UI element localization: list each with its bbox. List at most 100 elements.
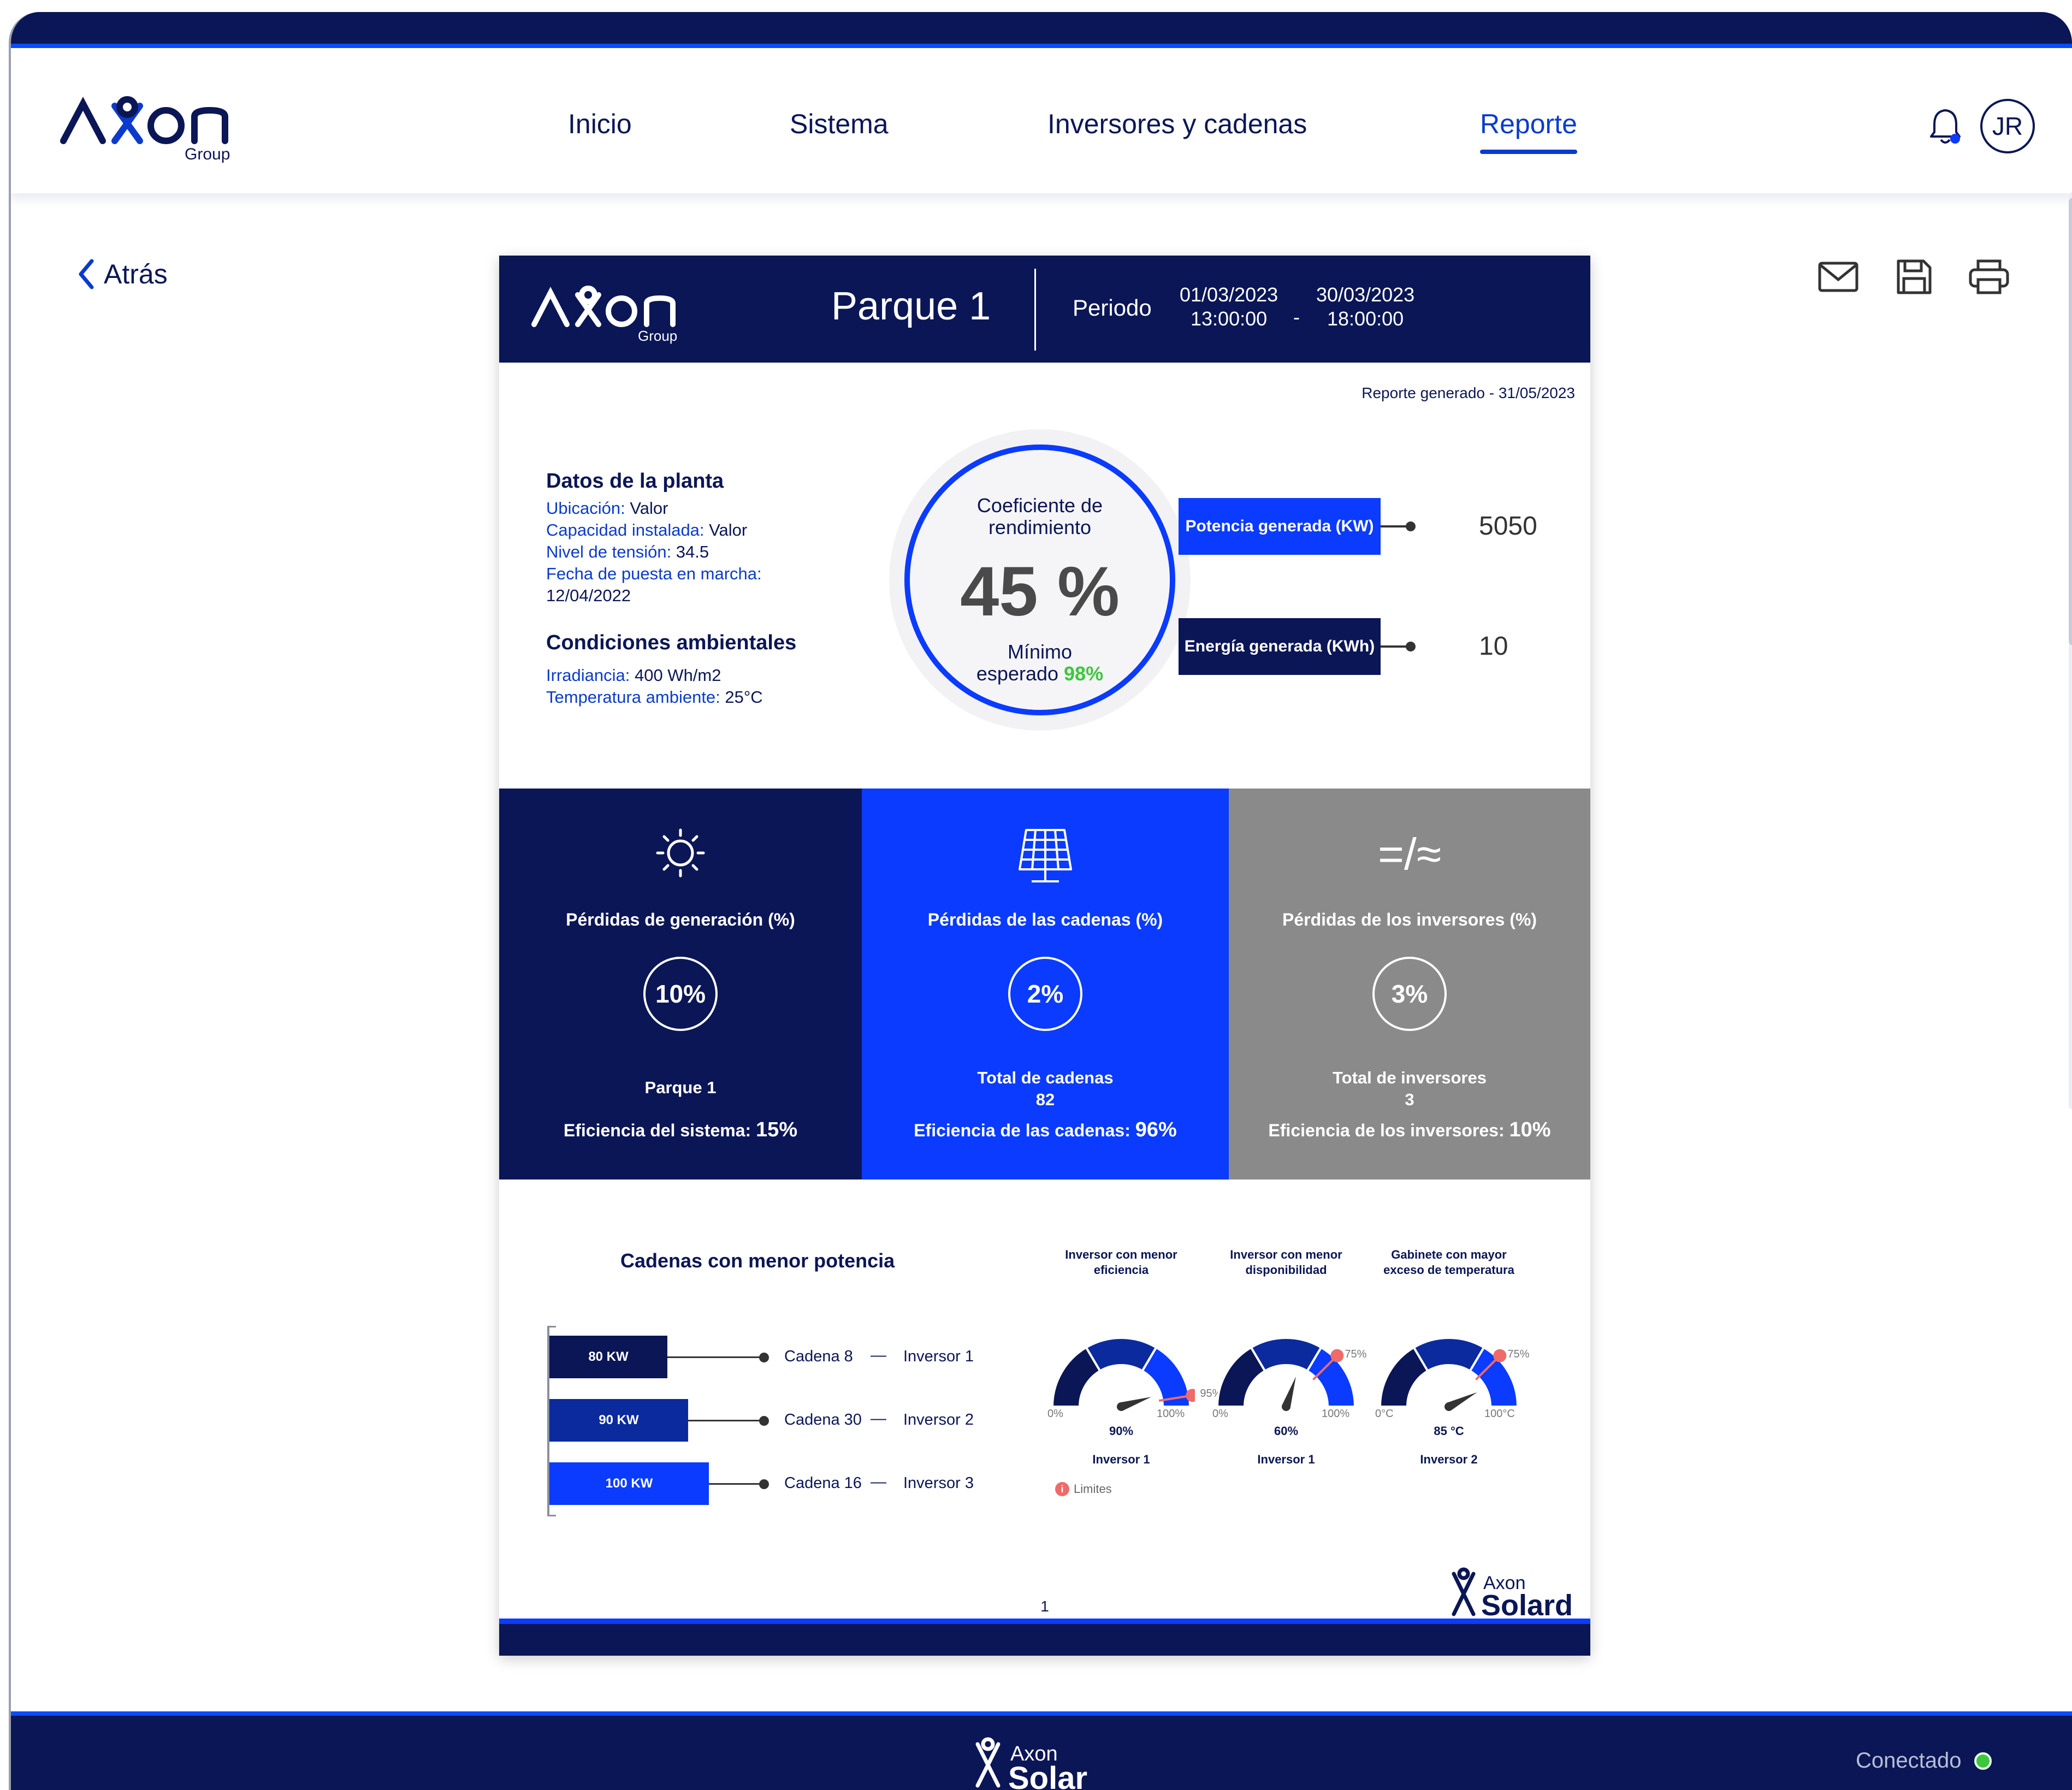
- string-dash: —: [871, 1347, 886, 1364]
- potencia-value: 5050: [1479, 512, 1537, 541]
- strings-connector: [667, 1356, 762, 1358]
- nav-sistema[interactable]: Sistema: [790, 108, 889, 140]
- performance-ratio-circle: Coeficiente de rendimiento 45 % Mínimo e…: [904, 444, 1175, 715]
- app-window: Group Inicio Sistema Inversores y cadena…: [9, 12, 2072, 1790]
- gauge-needle-pivot: [1445, 1402, 1453, 1411]
- start-date: 01/03/2023: [1180, 283, 1278, 306]
- chevron-left-icon: [79, 259, 94, 289]
- energia-dot: [1406, 642, 1416, 651]
- panel3-efficiency: Eficiencia de los inversores: 10%: [1268, 1118, 1551, 1141]
- string-dash: —: [871, 1473, 886, 1491]
- report-footer-band: [499, 1619, 1590, 1656]
- periodo-label: Periodo: [1073, 295, 1152, 321]
- report-logo-sub: Group: [638, 328, 677, 344]
- solar-panel-icon: [1019, 829, 1072, 882]
- gauge-max-label: 100%: [1157, 1408, 1185, 1420]
- string-name: Cadena 16: [784, 1474, 862, 1492]
- potencia-tag: Potencia generada (KW): [1179, 498, 1381, 555]
- axon-group-logo[interactable]: Group: [58, 84, 249, 166]
- plant-data: Datos de la planta Ubicación: Valor Capa…: [546, 470, 852, 607]
- energia-tag: Energía generada (KWh): [1179, 618, 1381, 675]
- fecha-value: 12/04/2022: [546, 586, 631, 605]
- report-header: Group Parque 1 Periodo 01/03/2023 13:00:…: [499, 256, 1590, 363]
- envelope-icon[interactable]: [1816, 258, 1860, 296]
- energia-value: 10: [1479, 632, 1508, 661]
- bell-icon[interactable]: [1928, 107, 1963, 146]
- energia-connector: [1381, 645, 1409, 648]
- fecha-label: Fecha de puesta en marcha:: [546, 564, 762, 583]
- panel1-title: Pérdidas de generación (%): [566, 910, 795, 929]
- alert-icon: i: [1055, 1482, 1069, 1496]
- gauge-title: Inversor con menor disponibilidad: [1230, 1248, 1342, 1277]
- panel3-percentage: 3%: [1372, 957, 1447, 1031]
- gauge-needle-pivot: [1117, 1402, 1126, 1411]
- string-dash: —: [871, 1410, 886, 1427]
- gauge-inverter-name: Inversor 1: [1257, 1453, 1315, 1466]
- irradiancia-label: Irradiancia:: [546, 666, 630, 685]
- minimum-expected-pct: 98%: [1064, 662, 1104, 685]
- panel1-percentage: 10%: [643, 957, 718, 1031]
- scrollbar-thumb[interactable]: [2069, 198, 2072, 645]
- period-end: 30/03/2023 18:00:00: [1316, 283, 1414, 331]
- report-title: Parque 1: [831, 284, 991, 328]
- gauge-limit-alert-icon: [1493, 1349, 1507, 1362]
- temperatura-label: Temperatura ambiente:: [546, 687, 720, 707]
- strings-dot: [759, 1479, 769, 1489]
- gauge-title: Inversor con menor eficiencia: [1065, 1248, 1177, 1277]
- performance-ratio-title: Coeficiente de rendimiento: [976, 494, 1103, 538]
- floppy-disk-icon[interactable]: [1892, 258, 1935, 296]
- window-top-band: [11, 12, 2072, 48]
- end-date: 30/03/2023: [1316, 283, 1415, 306]
- app-header: Group Inicio Sistema Inversores y cadena…: [11, 48, 2072, 193]
- panel1-efficiency: Eficiencia del sistema: 15%: [563, 1118, 798, 1141]
- panel-string-losses: Pérdidas de las cadenas (%) 2% Total de …: [862, 789, 1229, 1179]
- strings-chart-title: Cadenas con menor potencia: [620, 1249, 895, 1272]
- gauge-needle-pivot: [1282, 1402, 1290, 1411]
- tension-value: 34.5: [671, 542, 709, 561]
- irradiancia-value: 400 Wh/m2: [630, 666, 721, 685]
- panel3-title: Pérdidas de los inversores (%): [1282, 910, 1537, 929]
- strings-bar: 80 KW: [549, 1336, 667, 1378]
- string-name: Cadena 8: [784, 1348, 853, 1365]
- gauge-limit-label: 75%: [1345, 1348, 1367, 1360]
- panel2-title: Pérdidas de las cadenas (%): [927, 910, 1163, 929]
- nav-reporte[interactable]: Reporte: [1480, 108, 1577, 154]
- capacidad-label: Capacidad instalada:: [546, 520, 705, 540]
- back-button[interactable]: Atrás: [76, 255, 168, 293]
- panel2-efficiency: Eficiencia de las cadenas: 96%: [914, 1118, 1177, 1141]
- environment-conditions: Condiciones ambientales Irradiancia: 400…: [546, 631, 852, 708]
- gauge-title: Gabinete con mayor exceso de temperatura: [1383, 1248, 1514, 1277]
- gauge-value: 90%: [1109, 1424, 1134, 1438]
- svg-text:Solard: Solard: [1481, 1589, 1573, 1621]
- panel3-subtitle: Total de inversores 3: [1333, 1068, 1487, 1109]
- strings-bar: 100 KW: [549, 1462, 709, 1505]
- potencia-dot: [1406, 521, 1416, 531]
- nav-inicio[interactable]: Inicio: [568, 108, 632, 140]
- ubicacion-label: Ubicación:: [546, 499, 625, 518]
- ubicacion-value: Valor: [625, 499, 668, 518]
- printer-icon[interactable]: [1967, 258, 2011, 296]
- report-axon-logo: Group: [531, 286, 677, 344]
- panel-generation-losses: Pérdidas de generación (%) 10% Parque 1 …: [499, 789, 862, 1179]
- gauge-limit-label: 75%: [1507, 1348, 1530, 1360]
- back-label: Atrás: [104, 259, 168, 289]
- svg-text:Solar: Solar: [1008, 1761, 1087, 1790]
- report-document: Group Parque 1 Periodo 01/03/2023 13:00:…: [499, 256, 1590, 1656]
- gauge-inverter-name: Inversor 2: [1420, 1453, 1478, 1466]
- nav-inversores-cadenas[interactable]: Inversores y cadenas: [1047, 108, 1307, 140]
- strings-dot: [759, 1416, 769, 1426]
- gauge-max-label: 100%: [1322, 1408, 1350, 1420]
- page-scrollbar[interactable]: [2069, 192, 2072, 1110]
- end-time: 18:00:00: [1327, 307, 1404, 330]
- connection-status-label: Conectado: [1856, 1748, 1962, 1773]
- user-avatar[interactable]: JR: [1980, 99, 2035, 153]
- axon-solar-logo: Axon Solar: [975, 1737, 1087, 1790]
- strings-bar: 90 KW: [549, 1399, 688, 1442]
- string-name: Cadena 30: [784, 1411, 862, 1429]
- panel2-subtitle: Total de cadenas 82: [977, 1068, 1114, 1109]
- status-dot-icon: [1974, 1752, 1992, 1770]
- gauge-min-label: 0%: [1212, 1408, 1228, 1420]
- connection-status: Conectado: [1856, 1748, 1992, 1773]
- start-time: 13:00:00: [1191, 307, 1268, 330]
- page-number: 1: [1040, 1598, 1049, 1615]
